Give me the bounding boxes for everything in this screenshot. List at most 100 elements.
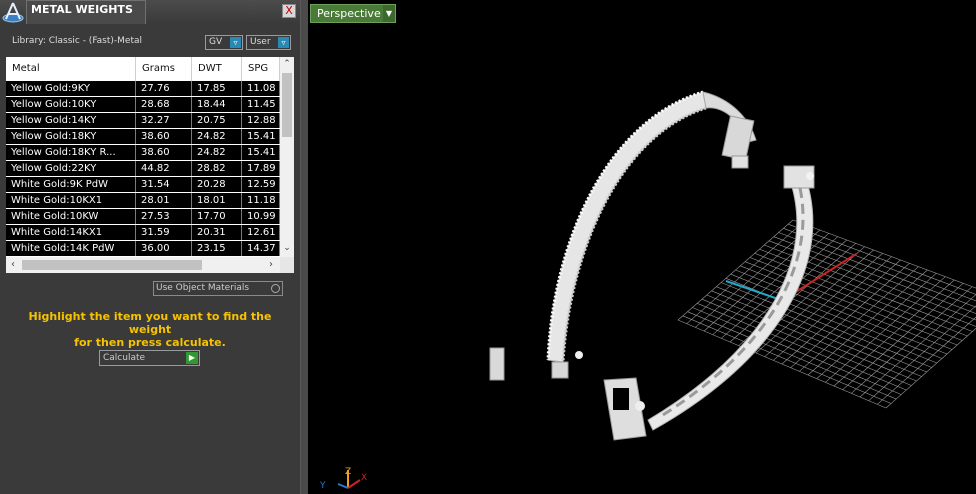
hint-text: Highlight the item you want to find the … bbox=[10, 310, 290, 349]
scroll-up-icon[interactable]: ⌃ bbox=[280, 57, 294, 71]
gizmo-z-label: Z bbox=[345, 467, 351, 477]
user-toggle[interactable]: User ▿ bbox=[246, 35, 291, 50]
table-row[interactable]: White Gold:10KX1 28.01 18.01 11.18 bbox=[6, 193, 280, 208]
metal-cell: Yellow Gold:14KY bbox=[6, 113, 136, 128]
table-row[interactable]: White Gold:14KX1 31.59 20.31 12.61 bbox=[6, 225, 280, 240]
panel-title: METAL WEIGHTS bbox=[26, 0, 146, 24]
y-axis-line bbox=[725, 280, 782, 301]
use-object-materials-label: Use Object Materials bbox=[156, 283, 250, 293]
column-header-grams[interactable]: Grams bbox=[136, 57, 192, 81]
gv-toggle-label: GV bbox=[209, 37, 223, 47]
dwt-cell: 20.28 bbox=[192, 177, 242, 192]
grams-cell: 31.54 bbox=[136, 177, 192, 192]
grams-cell: 38.60 bbox=[136, 145, 192, 160]
grid-line bbox=[816, 273, 937, 379]
grid-line bbox=[833, 279, 955, 387]
grid-line bbox=[799, 266, 919, 372]
column-header-dwt[interactable]: DWT bbox=[192, 57, 242, 81]
metal-weights-panel: METAL WEIGHTS X Library: Classic - (Fast… bbox=[0, 0, 300, 494]
grams-cell: 32.27 bbox=[136, 113, 192, 128]
metal-cell: Yellow Gold:18KY bbox=[6, 129, 136, 144]
metal-table: Metal Grams DWT SPG Yellow Gold:9KY 27.76… bbox=[6, 57, 294, 273]
bangle-right-half bbox=[603, 165, 815, 441]
metal-cell: White Gold:9K PdW bbox=[6, 177, 136, 192]
metal-cell: White Gold:10KW bbox=[6, 209, 136, 224]
spg-cell: 11.45 bbox=[242, 97, 280, 112]
metal-cell: Yellow Gold:18KY R... bbox=[6, 145, 136, 160]
dwt-cell: 18.01 bbox=[192, 193, 242, 208]
use-object-materials-option[interactable]: Use Object Materials bbox=[153, 281, 283, 296]
grid-line bbox=[788, 223, 976, 295]
table-row[interactable]: Yellow Gold:18KY R... 38.60 24.82 15.41 bbox=[6, 145, 280, 160]
dwt-cell: 17.70 bbox=[192, 209, 242, 224]
table-header: Metal Grams DWT SPG bbox=[6, 57, 280, 81]
gizmo-y-label: Y bbox=[319, 481, 326, 491]
grams-cell: 27.53 bbox=[136, 209, 192, 224]
spg-cell: 11.08 bbox=[242, 81, 280, 96]
grams-cell: 38.60 bbox=[136, 129, 192, 144]
scroll-corner bbox=[280, 257, 294, 273]
spg-cell: 12.59 bbox=[242, 177, 280, 192]
spg-cell: 11.18 bbox=[242, 193, 280, 208]
grams-cell: 28.68 bbox=[136, 97, 192, 112]
spg-cell: 12.61 bbox=[242, 225, 280, 240]
table-row[interactable]: White Gold:9K PdW 31.54 20.28 12.59 bbox=[6, 177, 280, 192]
grid-line bbox=[868, 305, 976, 401]
scroll-left-icon[interactable]: ‹ bbox=[6, 257, 20, 273]
dwt-cell: 18.44 bbox=[192, 97, 242, 112]
spg-cell: 15.41 bbox=[242, 145, 280, 160]
grid-line bbox=[851, 286, 973, 394]
grams-cell: 31.59 bbox=[136, 225, 192, 240]
table-row[interactable]: Yellow Gold:18KY 38.60 24.82 15.41 bbox=[6, 129, 280, 144]
spg-cell: 12.88 bbox=[242, 113, 280, 128]
gv-toggle[interactable]: GV ▿ bbox=[205, 35, 243, 50]
user-dropdown-icon: ▿ bbox=[278, 37, 289, 48]
gv-dropdown-icon: ▿ bbox=[230, 37, 241, 48]
horizontal-scroll-thumb[interactable] bbox=[22, 260, 202, 270]
metal-cell: Yellow Gold:22KY bbox=[6, 161, 136, 176]
scroll-down-icon[interactable]: ⌄ bbox=[280, 241, 294, 255]
grams-cell: 28.01 bbox=[136, 193, 192, 208]
table-row[interactable]: Yellow Gold:9KY 27.76 17.85 11.08 bbox=[6, 81, 280, 96]
scroll-right-icon[interactable]: › bbox=[264, 257, 278, 273]
metal-cell: White Gold:14KX1 bbox=[6, 225, 136, 240]
vertical-scrollbar[interactable]: ⌃ ⌄ bbox=[280, 57, 294, 257]
spg-cell: 15.41 bbox=[242, 129, 280, 144]
horizontal-scrollbar[interactable]: ‹ › bbox=[6, 257, 280, 273]
dwt-cell: 24.82 bbox=[192, 145, 242, 160]
column-header-spg[interactable]: SPG bbox=[242, 57, 280, 81]
calculate-button[interactable]: Calculate ▶ bbox=[99, 350, 200, 366]
metal-cell: White Gold:10KX1 bbox=[6, 193, 136, 208]
table-row[interactable]: White Gold:10KW 27.53 17.70 10.99 bbox=[6, 209, 280, 224]
grams-cell: 27.76 bbox=[136, 81, 192, 96]
column-header-metal[interactable]: Metal bbox=[6, 57, 136, 81]
close-button[interactable]: X bbox=[282, 4, 296, 18]
dwt-cell: 20.75 bbox=[192, 113, 242, 128]
hint-line-2: for then press calculate. bbox=[74, 336, 226, 349]
table-row[interactable]: Yellow Gold:10KY 28.68 18.44 11.45 bbox=[6, 97, 280, 112]
panel-titlebar: METAL WEIGHTS X bbox=[0, 0, 300, 24]
table-row[interactable]: Yellow Gold:14KY 32.27 20.75 12.88 bbox=[6, 113, 280, 128]
panel-splitter[interactable] bbox=[300, 0, 308, 494]
grid-line bbox=[842, 283, 964, 390]
play-icon: ▶ bbox=[186, 352, 198, 364]
vertical-scroll-thumb[interactable] bbox=[282, 73, 292, 137]
scene-canvas: Z X Y bbox=[319, 90, 976, 491]
hint-line-1: Highlight the item you want to find the … bbox=[28, 310, 272, 336]
spg-cell: 14.37 bbox=[242, 241, 280, 256]
axis-gizmo: Z X Y bbox=[319, 467, 367, 491]
grid-line bbox=[825, 276, 946, 383]
dwt-cell: 20.31 bbox=[192, 225, 242, 240]
perspective-viewport[interactable]: Perspective ▼ Z X Y bbox=[308, 0, 976, 494]
table-row[interactable]: White Gold:14K PdW 36.00 23.15 14.37 bbox=[6, 241, 280, 256]
table-row[interactable]: Yellow Gold:22KY 44.82 28.82 17.89 bbox=[6, 161, 280, 176]
dwt-cell: 24.82 bbox=[192, 129, 242, 144]
dwt-cell: 17.85 bbox=[192, 81, 242, 96]
dwt-cell: 28.82 bbox=[192, 161, 242, 176]
metal-cell: Yellow Gold:10KY bbox=[6, 97, 136, 112]
radio-icon[interactable] bbox=[271, 284, 280, 293]
dwt-cell: 23.15 bbox=[192, 241, 242, 256]
app-logo-icon bbox=[2, 2, 24, 23]
spg-cell: 10.99 bbox=[242, 209, 280, 224]
grams-cell: 44.82 bbox=[136, 161, 192, 176]
